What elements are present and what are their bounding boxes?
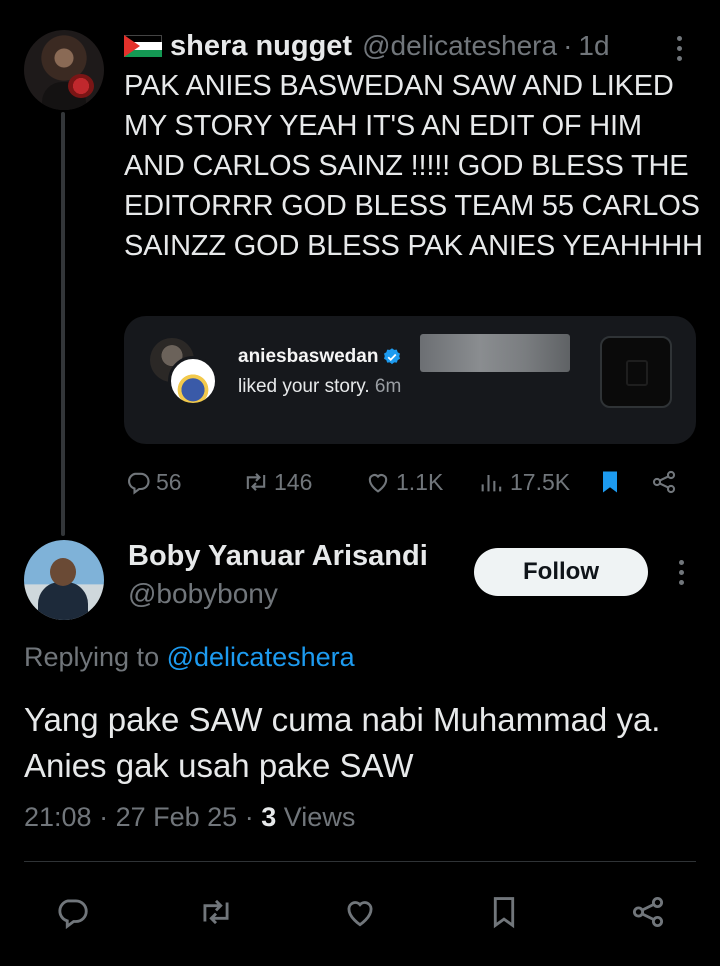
views-icon xyxy=(481,475,502,492)
bookmark-filled-icon xyxy=(603,471,617,493)
avatar[interactable] xyxy=(24,540,104,620)
more-options-icon[interactable] xyxy=(672,36,686,61)
follow-button[interactable]: Follow xyxy=(474,548,648,596)
tweet-text: PAK ANIES BASWEDAN SAW AND LIKED MY STOR… xyxy=(124,70,703,262)
card-avatar xyxy=(168,356,218,406)
tweet-thread-page: shera nugget @delicateshera · 1d PAK ANI… xyxy=(0,0,720,966)
reply-icon xyxy=(128,472,150,495)
reply-button[interactable] xyxy=(48,886,96,938)
like-button[interactable] xyxy=(336,886,384,938)
replying-mention-link[interactable]: @delicateshera xyxy=(167,642,355,672)
story-thumbnail xyxy=(600,336,672,408)
tweet-date[interactable]: 27 Feb 25 xyxy=(116,802,238,832)
views-count: 3 xyxy=(261,802,277,832)
tweet-text: Yang pake SAW cuma nabi Muhammad ya. Ani… xyxy=(24,701,661,784)
repost-icon xyxy=(246,473,266,491)
card-time: 6m xyxy=(374,376,402,397)
embedded-image-card[interactable]: aniesbaswedan liked your story. 6m xyxy=(124,316,696,444)
card-username-row: aniesbaswedan xyxy=(238,346,402,368)
avatar[interactable] xyxy=(24,30,104,110)
repost-count: 146 xyxy=(274,468,313,495)
verified-badge-icon xyxy=(384,348,401,365)
user-handle[interactable]: @bobybony xyxy=(128,578,278,610)
bookmark-button[interactable] xyxy=(480,886,528,938)
replying-to: Replying to @delicateshera xyxy=(24,642,355,673)
more-options-icon[interactable] xyxy=(674,560,688,585)
like-count: 1.1K xyxy=(396,468,444,495)
tweet-action-bar xyxy=(0,886,720,938)
card-username: aniesbaswedan xyxy=(238,346,379,367)
repost-icon xyxy=(203,899,229,925)
share-icon xyxy=(632,896,664,928)
reply-stat[interactable]: 56 xyxy=(124,460,182,504)
separator: · xyxy=(99,802,109,832)
card-message: liked your story. 6m xyxy=(238,376,401,398)
heart-icon xyxy=(368,474,388,493)
display-name[interactable]: Boby Yanuar Arisandi xyxy=(128,540,428,573)
tweet-time[interactable]: 21:08 xyxy=(24,802,92,832)
share-stat[interactable] xyxy=(650,460,682,504)
repost-button[interactable] xyxy=(192,886,240,938)
divider xyxy=(24,861,696,862)
replying-prefix: Replying to xyxy=(24,642,160,672)
bookmark-icon xyxy=(493,897,515,929)
views-count: 17.5K xyxy=(510,468,571,495)
like-stat[interactable]: 1.1K xyxy=(364,460,443,504)
tweet-stats-bar: 56 146 1.1K 17.5K xyxy=(124,460,684,504)
heart-icon xyxy=(347,901,373,927)
share-button[interactable] xyxy=(624,886,672,938)
user-handle[interactable]: @delicateshera xyxy=(362,30,557,62)
separator: · xyxy=(563,30,573,61)
tweet-meta: 21:08 · 27 Feb 25 · 3 Views xyxy=(24,802,355,833)
palestine-flag-icon xyxy=(124,35,162,57)
card-message-text: liked your story. xyxy=(238,376,370,397)
separator: · xyxy=(244,802,254,832)
thread-connector-line xyxy=(61,112,65,536)
repost-stat[interactable]: 146 xyxy=(242,460,312,504)
display-name[interactable]: shera nugget xyxy=(170,30,352,63)
bookmark-stat[interactable] xyxy=(596,460,628,504)
views-stat[interactable]: 17.5K xyxy=(478,460,570,504)
tweet-header: shera nugget @delicateshera · 1d xyxy=(124,28,610,64)
share-icon xyxy=(652,470,676,494)
reply-count: 56 xyxy=(156,468,182,495)
views-label: Views xyxy=(283,802,356,832)
redacted-blur xyxy=(420,334,570,372)
reply-icon xyxy=(58,899,88,930)
timestamp[interactable]: 1d xyxy=(578,30,609,62)
